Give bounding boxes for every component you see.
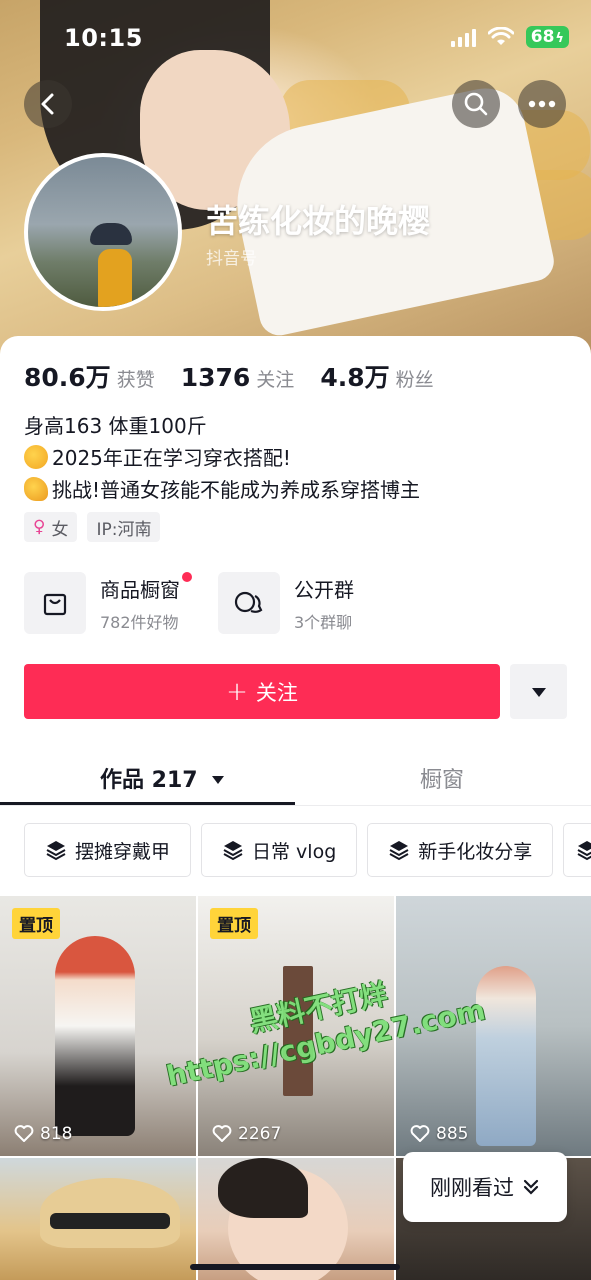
recently-viewed-button[interactable]: 刚刚看过 <box>403 1152 567 1222</box>
status-icons: 68ϟ <box>450 26 569 48</box>
like-count: 818 <box>14 1124 72 1144</box>
search-button[interactable] <box>452 80 500 128</box>
like-count: 885 <box>410 1124 468 1144</box>
more-dots-icon <box>528 100 556 108</box>
layers-icon <box>223 841 243 861</box>
chevron-left-icon <box>41 93 54 115</box>
tab-works[interactable]: 作品 217 <box>100 762 225 794</box>
avatar-figure <box>98 249 132 307</box>
shop-window-entry[interactable]: 商品橱窗 782件好物 <box>24 571 192 634</box>
active-tab-indicator <box>0 802 295 805</box>
female-icon: ♀ <box>33 517 46 537</box>
stat-value: 1376 <box>180 363 251 392</box>
stat-value: 4.8万 <box>320 363 390 392</box>
like-value: 885 <box>436 1124 469 1144</box>
video-thumbnail[interactable] <box>0 1158 196 1280</box>
thumbnail-hair <box>218 1158 308 1218</box>
heart-icon <box>410 1125 430 1142</box>
profile-tags: ♀ 女 IP:河南 <box>24 512 161 542</box>
shopping-bag-icon <box>24 572 86 634</box>
collection-chip-partial[interactable] <box>563 823 591 877</box>
wifi-icon <box>487 27 514 45</box>
stat-likes[interactable]: 80.6万 获赞 <box>24 358 155 394</box>
flexed-biceps-emoji-icon <box>24 477 48 501</box>
like-count: 2267 <box>212 1124 281 1144</box>
layers-icon <box>46 841 66 861</box>
bio-line: 2025年正在学习穿衣搭配! <box>24 442 420 474</box>
gender-text: 女 <box>51 519 69 540</box>
battery-level: 68 <box>530 27 555 47</box>
chat-bubbles-icon <box>218 572 280 634</box>
bio-text: 2025年正在学习穿衣搭配! <box>52 446 291 470</box>
heart-icon <box>14 1125 34 1142</box>
pinned-badge: 置顶 <box>12 908 60 939</box>
collection-label: 新手化妆分享 <box>418 840 533 863</box>
video-thumbnail[interactable] <box>198 1158 394 1280</box>
entry-subtitle: 3个群聊 <box>294 612 353 632</box>
pinned-badge: 置顶 <box>210 908 258 939</box>
tab-works-label: 作品 217 <box>100 768 198 793</box>
notification-dot <box>182 571 192 582</box>
back-button[interactable] <box>24 80 72 128</box>
follow-label: 关注 <box>255 680 298 705</box>
entry-subtitle: 782件好物 <box>100 612 179 632</box>
battery-indicator: 68ϟ <box>525 26 569 48</box>
feature-entries: 商品橱窗 782件好物 公开群 3个群聊 <box>24 571 354 634</box>
collection-label: 日常 vlog <box>252 840 337 863</box>
username: 苦练化妆的晚樱 <box>206 202 431 240</box>
heart-icon <box>212 1125 232 1142</box>
collections-row: 摆摊穿戴甲 日常 vlog 新手化妆分享 <box>24 823 591 877</box>
signal-icon <box>450 27 476 47</box>
stat-value: 80.6万 <box>24 363 111 392</box>
bio-line: 挑战!普通女孩能不能成为养成系穿搭博主 <box>24 474 420 506</box>
more-options-button[interactable] <box>518 80 566 128</box>
caret-down-icon <box>531 687 546 697</box>
collection-chip[interactable]: 摆摊穿戴甲 <box>24 823 192 877</box>
double-chevron-down-icon <box>523 1179 539 1195</box>
public-group-entry[interactable]: 公开群 3个群聊 <box>218 572 354 634</box>
video-grid: 置顶 818 置顶 2267 885 <box>0 896 591 1280</box>
home-indicator[interactable] <box>190 1264 400 1270</box>
caret-down-icon <box>212 776 225 784</box>
like-value: 818 <box>40 1124 73 1144</box>
plus-icon: + <box>226 676 248 707</box>
bio-text: 挑战!普通女孩能不能成为养成系穿搭博主 <box>52 478 421 502</box>
thumbnail-person <box>55 936 135 1136</box>
ip-text: IP:河南 <box>96 519 152 540</box>
bio-line: 身高163 体重100斤 <box>24 414 207 438</box>
layers-icon <box>577 841 591 861</box>
stat-label: 关注 <box>256 369 295 391</box>
ip-location-tag: IP:河南 <box>87 512 161 542</box>
bio: 身高163 体重100斤 2025年正在学习穿衣搭配! 挑战!普通女孩能不能成为… <box>24 410 420 506</box>
stat-label: 粉丝 <box>395 369 434 391</box>
stats-row: 80.6万 获赞 1376 关注 4.8万 粉丝 <box>24 358 434 394</box>
tab-shop-window[interactable]: 橱窗 <box>420 762 464 794</box>
stat-label: 获赞 <box>116 369 155 391</box>
stat-following[interactable]: 1376 关注 <box>181 363 295 392</box>
more-dropdown-button[interactable] <box>510 664 567 719</box>
party-face-emoji-icon <box>24 445 48 469</box>
search-icon <box>464 92 488 116</box>
collection-chip[interactable]: 日常 vlog <box>201 823 358 877</box>
thumbnail-hat-band <box>50 1213 170 1229</box>
status-time: 10:15 <box>64 24 143 52</box>
like-value: 2267 <box>238 1124 282 1144</box>
charging-icon: ϟ <box>555 31 564 46</box>
follow-button[interactable]: + 关注 <box>24 664 500 719</box>
layers-icon <box>389 841 409 861</box>
entry-title: 商品橱窗 <box>100 571 192 603</box>
profile-tabs: 作品 217 橱窗 <box>0 744 591 806</box>
douyin-id-label[interactable]: 抖音号 <box>206 244 257 269</box>
stat-followers[interactable]: 4.8万 粉丝 <box>320 358 433 394</box>
entry-title: 公开群 <box>294 577 354 602</box>
collection-chip[interactable]: 新手化妆分享 <box>367 823 554 877</box>
avatar-hat <box>90 223 132 245</box>
thumbnail-person <box>476 966 536 1146</box>
collection-label: 摆摊穿戴甲 <box>75 840 171 863</box>
avatar[interactable] <box>24 153 182 311</box>
recently-viewed-label: 刚刚看过 <box>430 1176 514 1200</box>
gender-tag: ♀ 女 <box>24 512 78 542</box>
